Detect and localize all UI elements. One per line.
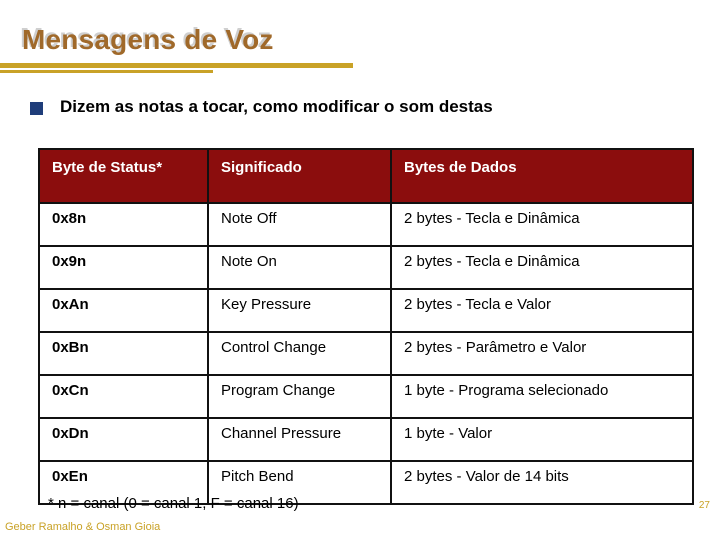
title-rule-upper: [0, 63, 353, 68]
square-bullet-icon: [30, 102, 43, 115]
table-row: 0x8n Note Off 2 bytes - Tecla e Dinâmica: [38, 202, 694, 247]
table-header-row: Byte de Status* Significado Bytes de Dad…: [38, 148, 694, 204]
cell-status-byte: 0x8n: [38, 202, 209, 247]
table-row: 0xCn Program Change 1 byte - Programa sele…: [38, 374, 694, 419]
cell-meaning: Channel Pressure: [207, 417, 392, 462]
cell-meaning: Key Pressure: [207, 288, 392, 333]
page-title: Mensagens de Voz: [22, 24, 274, 55]
cell-status-byte: 0xAn: [38, 288, 209, 333]
cell-data-bytes: 2 bytes - Tecla e Valor: [390, 288, 694, 333]
cell-meaning: Note Off: [207, 202, 392, 247]
cell-data-bytes: 1 byte - Programa selecionado: [390, 374, 694, 419]
cell-status-byte: 0xCn: [38, 374, 209, 419]
cell-meaning: Program Change: [207, 374, 392, 419]
title-rule-lower: [0, 70, 213, 73]
cell-data-bytes: 2 bytes - Tecla e Dinâmica: [390, 245, 694, 290]
cell-status-byte: 0xBn: [38, 331, 209, 376]
midi-voice-messages-table: Byte de Status* Significado Bytes de Dad…: [38, 148, 694, 505]
cell-status-byte: 0x9n: [38, 245, 209, 290]
table-row: 0x9n Note On 2 bytes - Tecla e Dinâmica: [38, 245, 694, 290]
bullet-item-label: Dizem as notas a tocar, como modificar o…: [60, 97, 493, 116]
footnote: * n = canal (0 = canal 1, F = canal 16): [48, 495, 299, 512]
bullet-list-item: Dizem as notas a tocar, como modificar o…: [30, 97, 493, 117]
cell-data-bytes: 2 bytes - Tecla e Dinâmica: [390, 202, 694, 247]
table-row: 0xDn Channel Pressure 1 byte - Valor: [38, 417, 694, 462]
cell-data-bytes: 1 byte - Valor: [390, 417, 694, 462]
cell-data-bytes: 2 bytes - Valor de 14 bits: [390, 460, 694, 505]
cell-meaning: Control Change: [207, 331, 392, 376]
cell-meaning: Note On: [207, 245, 392, 290]
table-row: 0xAn Key Pressure 2 bytes - Tecla e Valor: [38, 288, 694, 333]
cell-data-bytes: 2 bytes - Parâmetro e Valor: [390, 331, 694, 376]
table-row: 0xBn Control Change 2 bytes - Parâmetro e …: [38, 331, 694, 376]
page-number: 27: [698, 500, 710, 511]
column-header-meaning: Significado: [207, 148, 392, 204]
cell-status-byte: 0xDn: [38, 417, 209, 462]
attribution: Geber Ramalho & Osman Gioia: [5, 521, 161, 533]
column-header-status: Byte de Status*: [38, 148, 209, 204]
column-header-databytes: Bytes de Dados: [390, 148, 694, 204]
